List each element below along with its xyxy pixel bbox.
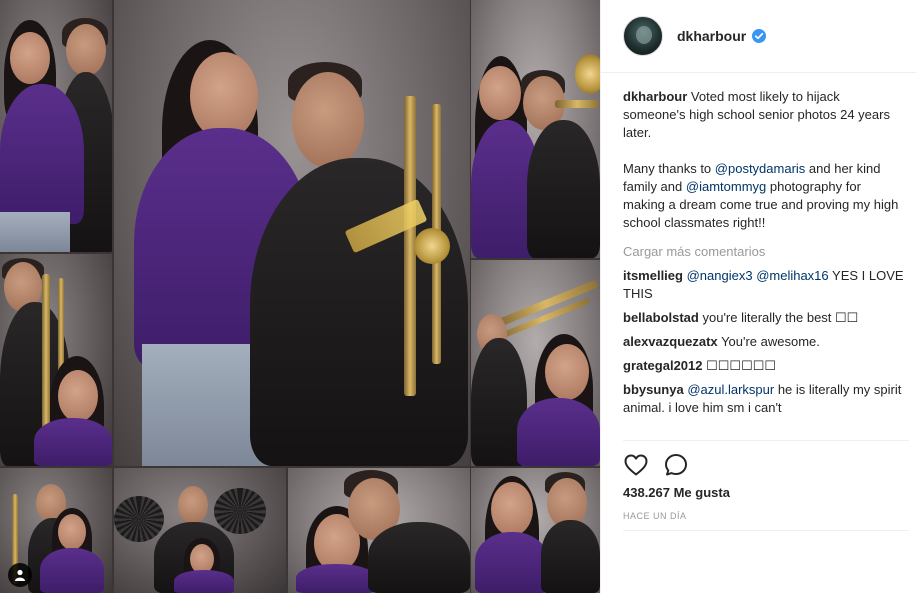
post-caption: dkharbour Voted most likely to hijack so… [623, 88, 905, 232]
user-tag-icon[interactable] [8, 563, 32, 587]
comment-item: itsmellieg @nangiex3 @melihax16 YES I LO… [623, 267, 905, 303]
load-more-comments-link[interactable]: Cargar más comentarios [623, 243, 905, 261]
collage-tile [471, 260, 600, 466]
comment-text: you're literally the best ☐☐ [702, 310, 859, 325]
collage-tile [471, 0, 600, 258]
caption-text: Many thanks to [623, 161, 715, 176]
divider [623, 530, 909, 531]
comment-item: bellabolstad you're literally the best ☐… [623, 309, 905, 327]
comment-username[interactable]: bellabolstad [623, 310, 699, 325]
comment-icon[interactable] [663, 452, 689, 478]
comment-item: alexvazquezatx You're awesome. [623, 333, 905, 351]
comment-username[interactable]: grategal2012 [623, 358, 703, 373]
collage-tile [471, 468, 600, 593]
comment-text: You're awesome. [721, 334, 820, 349]
comment-text: ☐☐☐☐☐☐ [706, 358, 777, 373]
collage-tile [0, 0, 112, 252]
post-photo[interactable] [0, 0, 600, 593]
post-timestamp: HACE UN DÍA [623, 511, 687, 521]
comment-item: bbysunya @azul.larkspur he is literally … [623, 381, 905, 417]
header-username[interactable]: dkharbour [677, 28, 746, 44]
divider [623, 440, 909, 441]
post-header: dkharbour [601, 0, 916, 73]
comment-username[interactable]: alexvazquezatx [623, 334, 718, 349]
post-details-panel: dkharbour dkharbour Voted most likely to… [600, 0, 916, 593]
comment-item: grategal2012 ☐☐☐☐☐☐ [623, 357, 905, 375]
comment-username[interactable]: itsmellieg [623, 268, 683, 283]
collage-tile [114, 468, 286, 593]
mention-link[interactable]: @azul.larkspur [687, 382, 774, 397]
heart-icon[interactable] [623, 452, 649, 478]
collage-tile [288, 468, 470, 593]
like-count[interactable]: 438.267 Me gusta [623, 485, 730, 500]
collage-tile-main [114, 0, 470, 466]
mention-link[interactable]: @postydamaris [715, 161, 806, 176]
comment-username[interactable]: bbysunya [623, 382, 684, 397]
mention-link[interactable]: @nangiex3 [687, 268, 753, 283]
post-actions [623, 452, 703, 478]
mention-link[interactable]: @melihax16 [756, 268, 828, 283]
avatar[interactable] [623, 16, 663, 56]
mention-link[interactable]: @iamtommyg [686, 179, 766, 194]
verified-badge-icon [752, 29, 767, 43]
collage-tile [0, 254, 112, 466]
comments-section: dkharbour Voted most likely to hijack so… [623, 88, 905, 423]
caption-username[interactable]: dkharbour [623, 89, 687, 104]
